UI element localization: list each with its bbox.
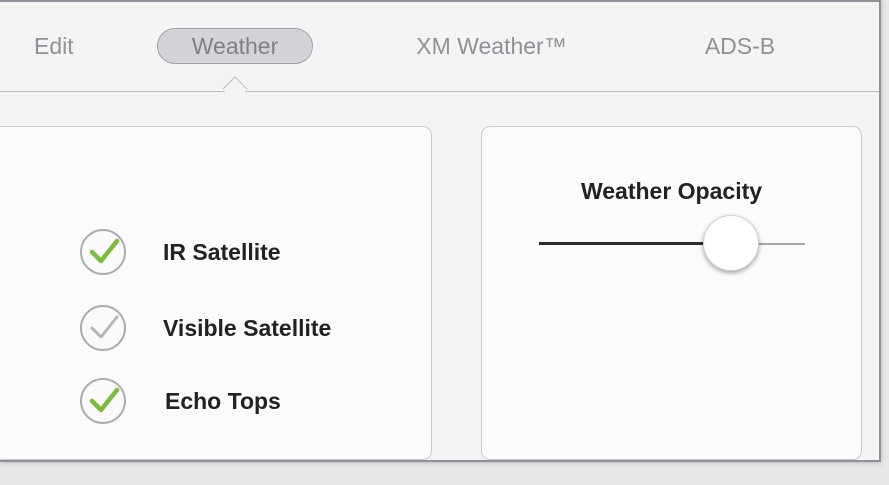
weather-opacity-card: Weather Opacity	[481, 126, 862, 460]
tab-bar: Edit Weather XM Weather™ ADS-B	[0, 2, 879, 92]
opacity-slider-fill	[539, 242, 731, 245]
tab-ads-b[interactable]: ADS-B	[690, 28, 790, 64]
layer-label: Echo Tops	[165, 388, 281, 414]
tab-edit[interactable]: Edit	[34, 28, 90, 64]
opacity-title: Weather Opacity	[580, 178, 763, 204]
tab-weather[interactable]: Weather	[157, 28, 313, 64]
layers-popover: Edit Weather XM Weather™ ADS-B IR Satell…	[0, 0, 881, 462]
layer-label: Visible Satellite	[163, 315, 332, 341]
checkmark-icon[interactable]	[80, 378, 126, 424]
layer-label: IR Satellite	[163, 239, 281, 265]
checkmark-icon[interactable]	[80, 229, 126, 275]
weather-layers-card: IR Satellite Visible Satellite Echo Tops	[0, 126, 432, 460]
opacity-slider-thumb[interactable]	[702, 215, 759, 271]
tab-xm-weather[interactable]: XM Weather™	[394, 28, 589, 64]
checkmark-icon[interactable]	[80, 305, 126, 351]
